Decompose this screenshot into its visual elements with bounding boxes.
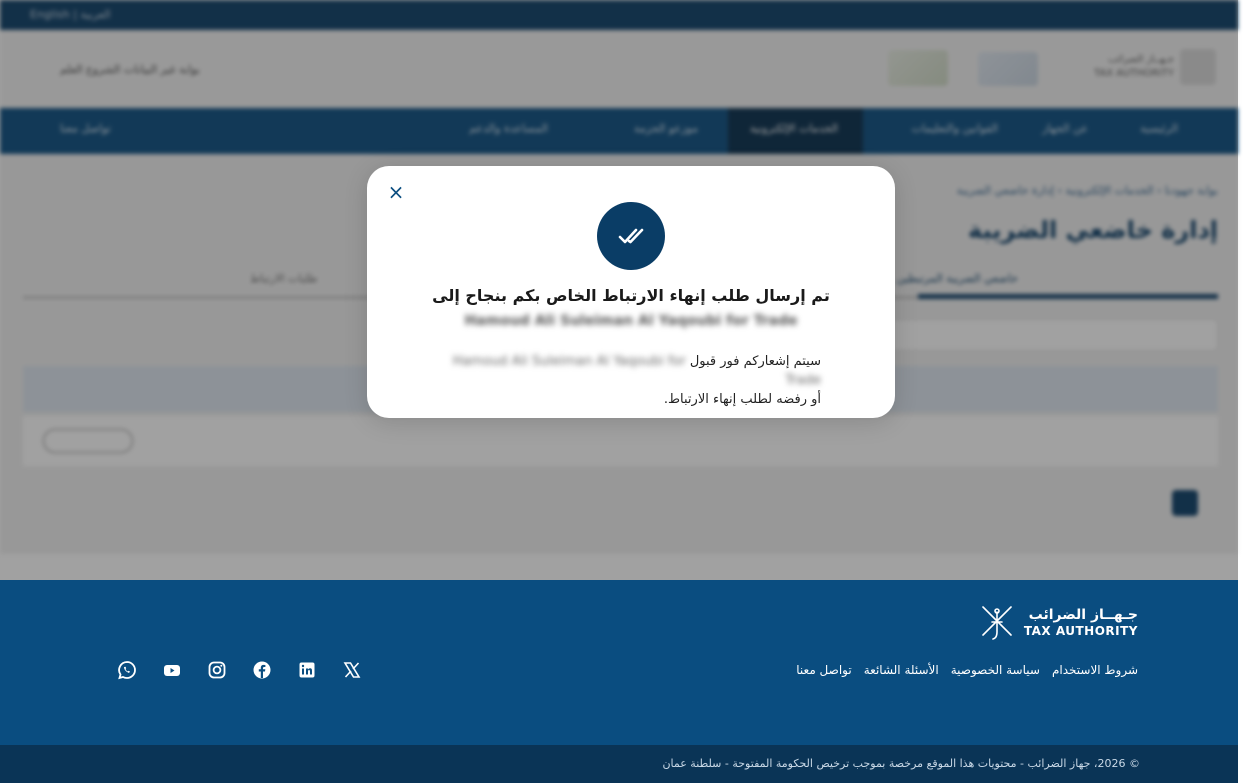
success-check-icon [597,202,665,270]
linkedin-icon[interactable] [295,658,319,682]
modal-company-name: Hamoud Ali Suleiman Al Yaqoubi for Trade [464,313,798,329]
copyright-bar: © 2026، جهاز الضرائب - محتويات هذا الموق… [0,745,1238,783]
footer-link-faq[interactable]: الأسئلة الشائعة [864,663,939,677]
footer-links: شروط الاستخدام سياسة الخصوصية الأسئلة ال… [796,663,1138,677]
footer-logo-english: TAX AUTHORITY [1023,623,1138,638]
whatsapp-icon[interactable] [115,658,139,682]
success-modal: × تم إرسال طلب إنهاء الارتباط الخاص بكم … [367,166,895,418]
close-icon[interactable]: × [386,180,406,204]
footer-link-contact[interactable]: تواصل معنا [796,663,851,677]
notice-part1: سيتم إشعاركم فور قبول [689,354,821,369]
footer-link-terms[interactable]: شروط الاستخدام [1052,663,1138,677]
footer-logo-text: جـهــاز الضرائب TAX AUTHORITY [1024,607,1138,638]
footer-logo-arabic: جـهــاز الضرائب [1028,606,1138,623]
x-icon[interactable] [340,658,364,682]
site-footer: جـهــاز الضرائب TAX AUTHORITY شروط الاست… [0,580,1238,745]
notice-part2: أو رفضه لطلب إنهاء الارتباط. [663,392,821,407]
footer-logo[interactable]: جـهــاز الضرائب TAX AUTHORITY [978,602,1138,642]
copyright-text: © 2026، جهاز الضرائب - محتويات هذا الموق… [662,757,1140,770]
footer-link-privacy[interactable]: سياسة الخصوصية [951,663,1040,677]
social-links [115,658,364,682]
khanjar-emblem-icon [982,606,1012,640]
modal-notice: سيتم إشعاركم فور قبول Hamoud Ali Suleima… [441,352,821,409]
modal-headline: تم إرسال طلب إنهاء الارتباط الخاص بكم بن… [432,286,830,305]
youtube-icon[interactable] [160,658,184,682]
facebook-icon[interactable] [250,658,274,682]
instagram-icon[interactable] [205,658,229,682]
